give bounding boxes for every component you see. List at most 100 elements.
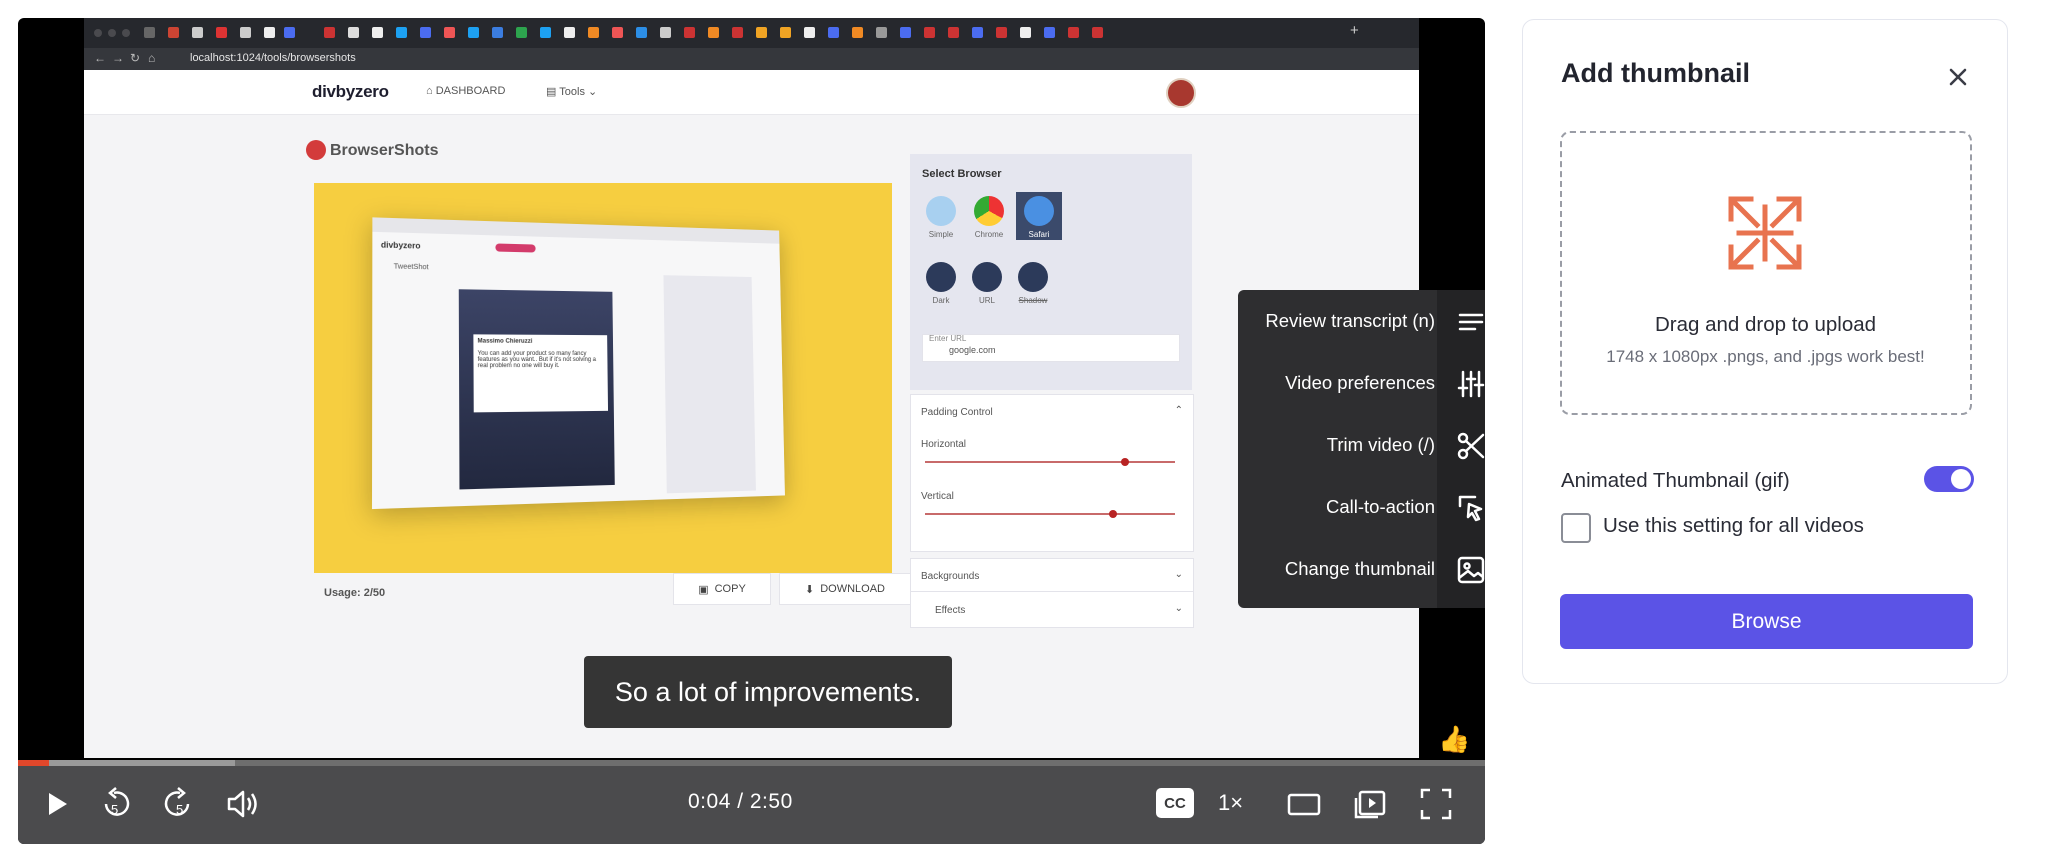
recorded-app: divbyzero ⌂ DASHBOARD ▤ Tools ⌄ BrowserS… — [84, 70, 1419, 758]
mode-shadow-label: Shadow — [1018, 296, 1048, 305]
download-icon: ⬇ — [805, 583, 815, 596]
shadow-icon — [1018, 262, 1048, 292]
vertical-label: Vertical — [921, 491, 954, 502]
player-controls: 5 5 0:04 / 2:50 CC 1× — [18, 766, 1485, 844]
recorded-browser-urlbar: ← → ↻ ⌂ localhost:1024/tools/browsershot… — [84, 48, 1419, 70]
volume-button[interactable] — [222, 784, 262, 824]
picture-in-picture-button[interactable] — [1350, 784, 1390, 824]
fullscreen-button[interactable] — [1416, 784, 1456, 824]
menu-item-label: Call-to-action — [1326, 496, 1435, 517]
download-button: ⬇ DOWNLOAD — [779, 573, 911, 605]
url-field: Enter URL google.com — [922, 334, 1180, 362]
padding-control-label: Padding Control — [921, 407, 993, 418]
menu-item-label: Video preferences — [1285, 372, 1435, 393]
more-settings-section: Backgrounds ⌄ Effects ⌄ — [910, 558, 1194, 628]
reload-icon: ↻ — [130, 51, 141, 65]
nav-dashboard-label: DASHBOARD — [435, 85, 506, 97]
reaction-thumbs-up-icon[interactable]: 👍 — [1438, 724, 1470, 755]
menu-item-review-transcript[interactable]: Review transcript (n) — [1265, 290, 1484, 352]
padding-control-section: Padding Control ⌃ Horizontal Vertical — [910, 394, 1194, 552]
sliders-icon — [1457, 370, 1485, 398]
add-thumbnail-panel: Add thumbnail Drag and drop to upload 17… — [1522, 19, 2008, 684]
video-frame: + ← → ↻ ⌂ localhost:1024/tools/browsersh… — [84, 18, 1419, 758]
menu-item-label: Trim video (/) — [1326, 434, 1435, 455]
skip-back-5-button[interactable]: 5 — [96, 784, 136, 824]
safari-icon — [1024, 196, 1054, 226]
chrome-icon — [974, 196, 1004, 226]
video-player[interactable]: + ← → ↻ ⌂ localhost:1024/tools/browsersh… — [18, 18, 1485, 844]
animated-thumbnail-toggle[interactable] — [1924, 466, 1974, 492]
scissors-icon — [1457, 432, 1485, 460]
vertical-slider-knob — [1108, 510, 1117, 518]
time-display: 0:04 / 2:50 — [688, 790, 793, 813]
menu-item-change-thumbnail[interactable]: Change thumbnail — [1284, 538, 1485, 600]
dropzone-title: Drag and drop to upload — [1654, 313, 1877, 336]
video-caption: So a lot of improvements. — [584, 656, 952, 728]
expand-arrows-icon — [1728, 196, 1802, 270]
captions-button[interactable]: CC — [1156, 788, 1194, 818]
menu-item-call-to-action[interactable]: Call-to-action — [1326, 476, 1483, 538]
browser-settings-panel: Select Browser Simple Chrome Safari Dark… — [910, 154, 1192, 390]
chevron-down-icon: ⌄ — [1174, 569, 1183, 580]
menu-item-video-preferences[interactable]: Video preferences — [1285, 352, 1485, 414]
forward-icon: → — [112, 51, 124, 65]
use-for-all-videos-checkbox[interactable] — [1561, 513, 1591, 543]
dark-mode-icon — [926, 262, 956, 292]
use-for-all-videos-label: Use this setting for all videos — [1603, 514, 1864, 537]
thumbnail-dropzone[interactable]: Drag and drop to upload 1748 x 1080px .p… — [1560, 131, 1972, 415]
usage-text: Usage: 2/50 — [324, 587, 386, 599]
browser-safari-label: Safari — [1028, 230, 1050, 239]
toggle-knob — [1951, 469, 1971, 489]
horizontal-slider-knob — [1121, 458, 1129, 466]
dropzone-hint: 1748 x 1080px .pngs, and .jpgs work best… — [1606, 347, 1925, 366]
horizontal-slider — [925, 461, 1175, 463]
play-button[interactable] — [36, 784, 76, 824]
video-options-menu: Review transcript (n) Video preferences … — [1238, 290, 1485, 608]
browser-chrome-label: Chrome — [974, 230, 1004, 239]
browsershots-icon — [306, 140, 326, 160]
url-field-label: Enter URL — [929, 334, 967, 343]
app-logo: divbyzero — [312, 82, 389, 101]
image-icon — [1457, 556, 1485, 584]
vertical-slider — [925, 513, 1175, 515]
panel-title: Add thumbnail — [1561, 58, 1750, 88]
animated-thumbnail-label: Animated Thumbnail (gif) — [1561, 469, 1790, 492]
new-tab-icon: + — [1350, 22, 1359, 39]
chevron-up-icon: ⌃ — [1174, 405, 1183, 416]
avatar — [1166, 78, 1196, 108]
select-browser-label: Select Browser — [922, 168, 1002, 180]
skip-forward-5-button[interactable]: 5 — [158, 784, 198, 824]
horizontal-label: Horizontal — [921, 439, 967, 450]
mode-dark-label: Dark — [932, 296, 950, 305]
menu-item-label: Review transcript (n) — [1265, 310, 1435, 331]
effects-label: Effects — [935, 605, 966, 616]
close-icon[interactable] — [1941, 60, 1975, 94]
home-icon: ⌂ — [148, 51, 156, 65]
menu-item-trim-video[interactable]: Trim video (/) — [1326, 414, 1485, 476]
copy-label: COPY — [714, 583, 746, 595]
backgrounds-label: Backgrounds — [921, 571, 980, 582]
nav-tools-label: Tools — [559, 86, 585, 98]
url-field-value: google.com — [949, 345, 996, 355]
download-label: DOWNLOAD — [820, 583, 885, 595]
browser-simple-label: Simple — [928, 230, 954, 239]
globe-icon — [972, 262, 1002, 292]
captions-label: CC — [1164, 794, 1186, 812]
menu-item-label: Change thumbnail — [1284, 558, 1435, 579]
svg-text:5: 5 — [111, 802, 118, 817]
app-header: divbyzero ⌂ DASHBOARD ▤ Tools ⌄ — [84, 70, 1419, 115]
browse-button[interactable]: Browse — [1560, 594, 1973, 649]
transcript-icon — [1458, 313, 1484, 331]
simple-browser-icon — [926, 196, 956, 226]
chevron-down-icon: ⌄ — [1174, 603, 1183, 614]
camera-icon: ▣ — [698, 583, 709, 596]
copy-button: ▣ COPY — [673, 573, 771, 605]
page-title: BrowserShots — [330, 142, 439, 159]
preview-mockup: divbyzero TweetShot Massimo Chieruzzi Yo… — [371, 217, 785, 510]
recorded-url: localhost:1024/tools/browsershots — [190, 52, 356, 64]
nav-dashboard: ⌂ DASHBOARD — [426, 85, 506, 97]
theater-mode-button[interactable] — [1284, 784, 1324, 824]
back-icon: ← — [94, 51, 106, 65]
recorded-browser-tabbar: + — [84, 18, 1419, 48]
playback-speed-button[interactable]: 1× — [1218, 790, 1258, 816]
